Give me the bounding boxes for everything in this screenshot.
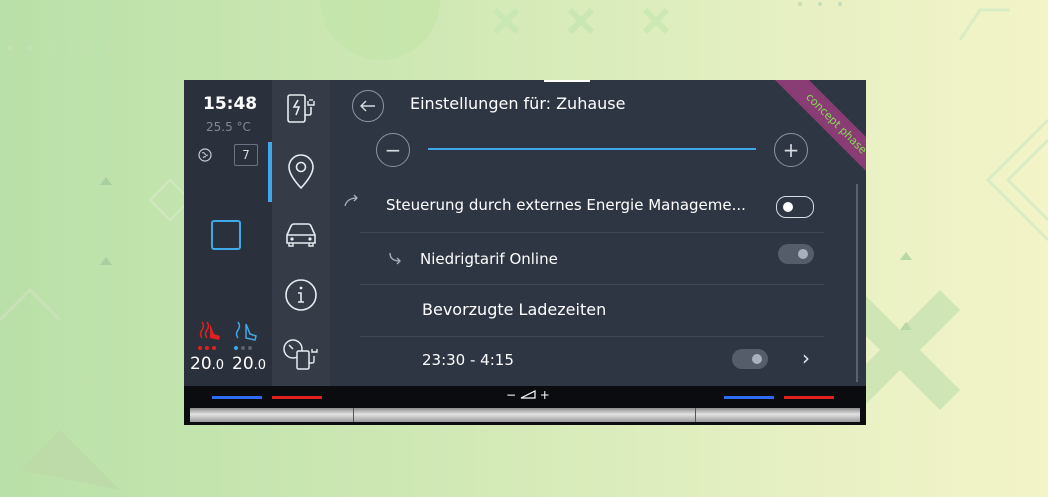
nav-info[interactable] (272, 266, 330, 324)
page-title: Einstellungen für: Zuhause (410, 94, 626, 113)
right-red-strip (784, 396, 834, 399)
status-column: 15:48 25.5 °C 7 20.0 20.0 (184, 80, 272, 386)
toggle-knob (752, 354, 762, 364)
toggle-knob (798, 249, 808, 259)
decrease-button[interactable]: − (376, 133, 410, 167)
nav-vehicle[interactable] (272, 204, 330, 262)
subitem-arrow-icon (389, 252, 401, 265)
seat-ventilation-icon[interactable] (232, 318, 258, 352)
list-item-time-window[interactable]: 23:30 - 4:15 › (360, 336, 824, 388)
scrollbar[interactable] (856, 184, 858, 382)
arrow-curve-icon (344, 194, 358, 207)
time-window-toggle[interactable] (732, 349, 768, 369)
low-tariff-toggle[interactable] (778, 244, 814, 264)
location-pin-icon (288, 154, 314, 190)
level-slider[interactable] (428, 148, 756, 150)
home-square-button[interactable] (211, 220, 241, 250)
car-icon (286, 223, 316, 247)
charge-timer-icon (283, 339, 318, 370)
nav-charging[interactable] (272, 80, 330, 138)
trim-separator (695, 408, 696, 422)
seat-heating-icon[interactable] (196, 318, 222, 352)
bottom-climate-bar: − + (184, 386, 866, 425)
notification-badge[interactable]: 7 (234, 144, 258, 166)
volume-minus[interactable]: − (506, 388, 516, 402)
chevron-right-icon[interactable]: › (802, 346, 810, 370)
ev-charging-icon (287, 94, 315, 123)
ribbon-band: concept phase (756, 80, 866, 200)
concept-phase-ribbon: concept phase (746, 80, 866, 200)
globe-icon (198, 148, 212, 162)
toggle-knob (783, 202, 793, 212)
low-tariff-label: Niedrigtarif Online (420, 250, 558, 268)
infotainment-screen: 15:48 25.5 °C 7 20.0 20.0 Einstellungen … (184, 80, 866, 425)
ribbon-text: concept phase (803, 90, 866, 157)
external-energy-label: Steuerung durch externes Energie Managem… (386, 196, 746, 214)
list-item-low-tariff[interactable]: Niedrigtarif Online (360, 232, 824, 285)
arrow-left-icon (360, 100, 375, 112)
hardware-trim (190, 408, 860, 422)
nav-location[interactable] (272, 142, 330, 202)
time-window-label: 23:30 - 4:15 (422, 351, 514, 369)
volume-ramp-icon (520, 390, 536, 399)
drag-handle[interactable] (544, 80, 590, 82)
left-blue-strip (212, 396, 262, 399)
right-blue-strip (724, 396, 774, 399)
left-temp-decimal: .0 (211, 358, 225, 373)
trim-separator (353, 408, 354, 422)
info-icon (285, 279, 317, 311)
outside-temperature: 25.5 °C (206, 120, 251, 134)
preferred-times-heading: Bevorzugte Ladezeiten (422, 300, 607, 319)
right-temp-decimal: .0 (253, 358, 267, 373)
clock: 15:48 (203, 94, 258, 114)
left-temp-main: 20 (190, 354, 212, 374)
nav-charge-timer[interactable] (272, 326, 330, 384)
volume-plus[interactable]: + (540, 388, 550, 402)
right-temp-main: 20 (232, 354, 254, 374)
minus-icon: − (384, 138, 402, 162)
right-temperature[interactable]: 20.0 (232, 354, 266, 374)
left-red-strip (272, 396, 322, 399)
list-item-preferred-times: Bevorzugte Ladezeiten (360, 284, 824, 337)
left-temperature[interactable]: 20.0 (190, 354, 224, 374)
back-button[interactable] (352, 90, 384, 122)
volume-control[interactable]: − + (506, 388, 550, 402)
